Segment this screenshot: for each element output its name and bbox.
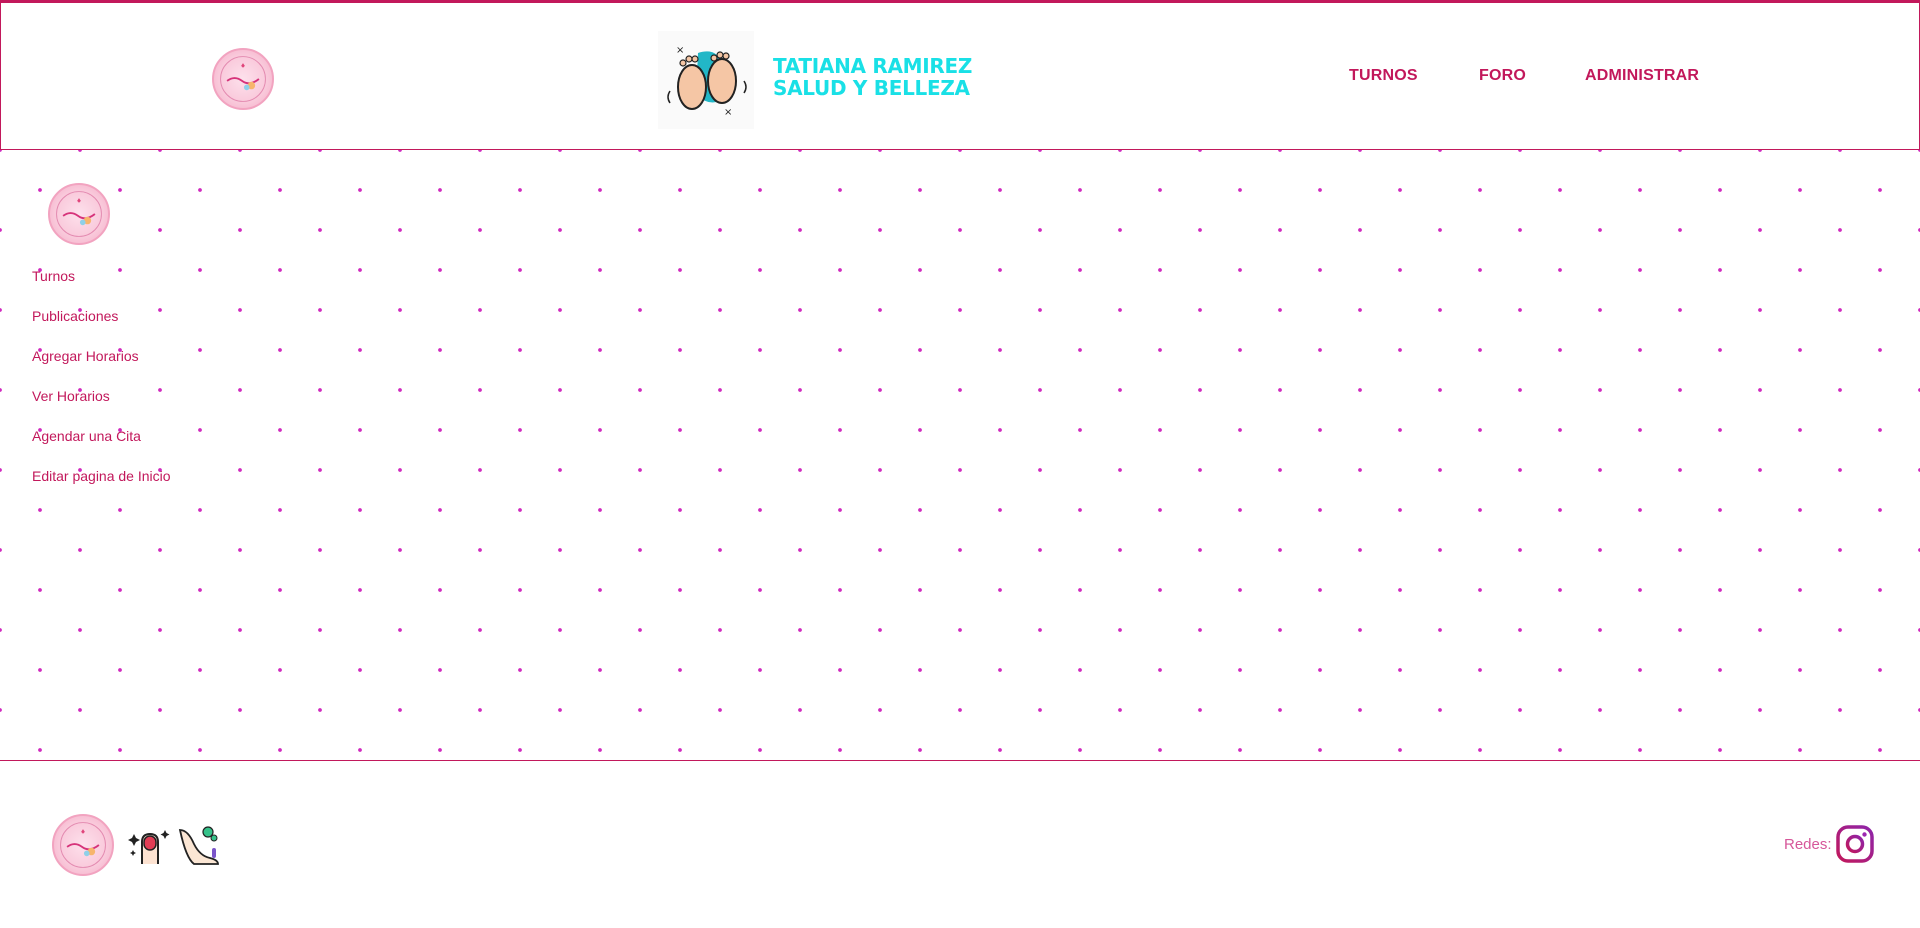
sidebar-item-publicaciones[interactable]: Publicaciones bbox=[32, 306, 171, 346]
site-header: × × TATIANA RAMIREZ SALUD Y BELLEZA TURN… bbox=[0, 0, 1920, 150]
sidebar-item-turnos[interactable]: Turnos bbox=[32, 266, 171, 306]
social-label: Redes: bbox=[1784, 836, 1832, 853]
footer-logo-seal-icon bbox=[52, 814, 114, 876]
svg-text:×: × bbox=[724, 107, 732, 118]
sidebar-menu: Turnos Publicaciones Agregar Horarios Ve… bbox=[32, 266, 171, 506]
sidebar-item-ver-horarios[interactable]: Ver Horarios bbox=[32, 386, 171, 426]
logo-seal-icon[interactable] bbox=[212, 48, 274, 110]
brand-name: TATIANA RAMIREZ SALUD Y BELLEZA bbox=[773, 55, 972, 99]
nail-polish-icon bbox=[128, 824, 172, 868]
sidebar-item-editar-inicio[interactable]: Editar pagina de Inicio bbox=[32, 466, 171, 506]
instagram-icon[interactable] bbox=[1836, 825, 1874, 863]
sidebar-item-agendar-cita[interactable]: Agendar una Cita bbox=[32, 426, 171, 466]
brand-line1: TATIANA RAMIREZ bbox=[773, 54, 973, 78]
sidebar-item-agregar-horarios[interactable]: Agregar Horarios bbox=[32, 346, 171, 386]
baby-feet-icon: × × bbox=[658, 31, 754, 129]
dotted-content-area bbox=[0, 150, 1920, 761]
brand-line2: SALUD Y BELLEZA bbox=[773, 76, 970, 100]
foot-care-icon bbox=[176, 824, 222, 868]
nav-foro[interactable]: FORO bbox=[1479, 67, 1526, 85]
nav-turnos[interactable]: TURNOS bbox=[1349, 67, 1418, 85]
nav-administrar[interactable]: ADMINISTRAR bbox=[1585, 67, 1699, 85]
sidebar-logo-seal-icon bbox=[48, 183, 110, 245]
svg-text:×: × bbox=[676, 45, 684, 56]
